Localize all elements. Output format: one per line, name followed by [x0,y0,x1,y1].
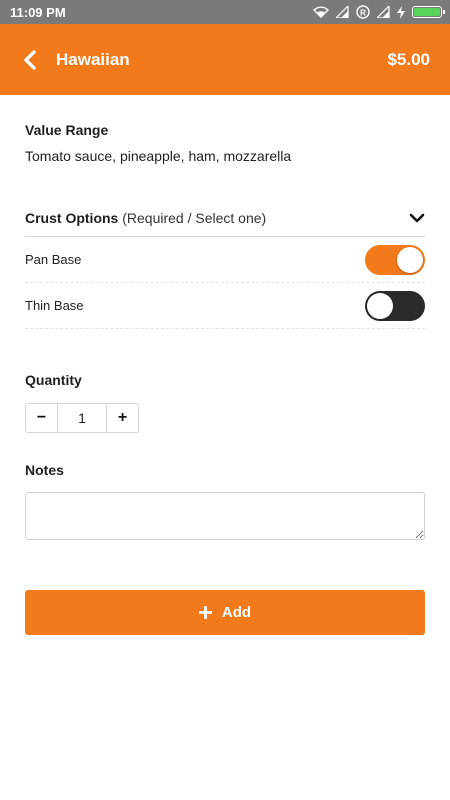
back-button[interactable] [18,48,42,72]
notes-input[interactable] [25,492,425,540]
signal-icon [336,6,349,18]
wifi-icon [313,6,329,18]
add-button[interactable]: Add [25,590,425,635]
option-row-pan-base[interactable]: Pan Base [25,237,425,283]
registered-icon: R [356,5,370,19]
charging-icon [397,5,405,19]
thin-base-toggle[interactable] [365,290,425,321]
quantity-value[interactable]: 1 [57,404,107,432]
option-label: Thin Base [25,298,84,313]
toggle-knob [367,292,393,319]
decrement-button[interactable]: − [26,404,57,432]
status-time: 11:09 PM [10,4,66,20]
battery-icon [412,6,445,18]
option-row-thin-base[interactable]: Thin Base [25,283,425,329]
quantity-stepper: − 1 + [25,403,139,433]
item-price: $5.00 [387,49,430,69]
app-bar: Hawaiian $5.00 [0,24,450,95]
status-bar: 11:09 PM R [0,0,450,24]
crust-options-label: Crust Options [25,210,119,226]
toggle-knob [397,246,423,273]
page-title: Hawaiian [56,49,130,69]
chevron-left-icon [24,49,36,70]
add-button-label: Add [221,604,252,621]
crust-options-subtitle: (Required / Select one) [122,210,267,226]
notes-label: Notes [25,462,64,478]
svg-text:R: R [360,9,366,18]
battery-fill [414,8,440,16]
signal-icon [377,6,390,18]
chevron-down-icon[interactable] [409,212,425,224]
pan-base-toggle[interactable] [365,244,425,275]
value-range-label: Value Range [25,122,109,138]
value-range-text: Tomato sauce, pineapple, ham, mozzarella [25,148,292,164]
status-icons: R [313,5,445,19]
plus-icon [198,606,212,619]
option-label: Pan Base [25,252,82,267]
crust-options-header[interactable]: Crust Options (Required / Select one) [25,200,425,237]
quantity-label: Quantity [25,372,82,388]
crust-options-title: Crust Options (Required / Select one) [25,210,266,226]
increment-button[interactable]: + [107,404,138,432]
